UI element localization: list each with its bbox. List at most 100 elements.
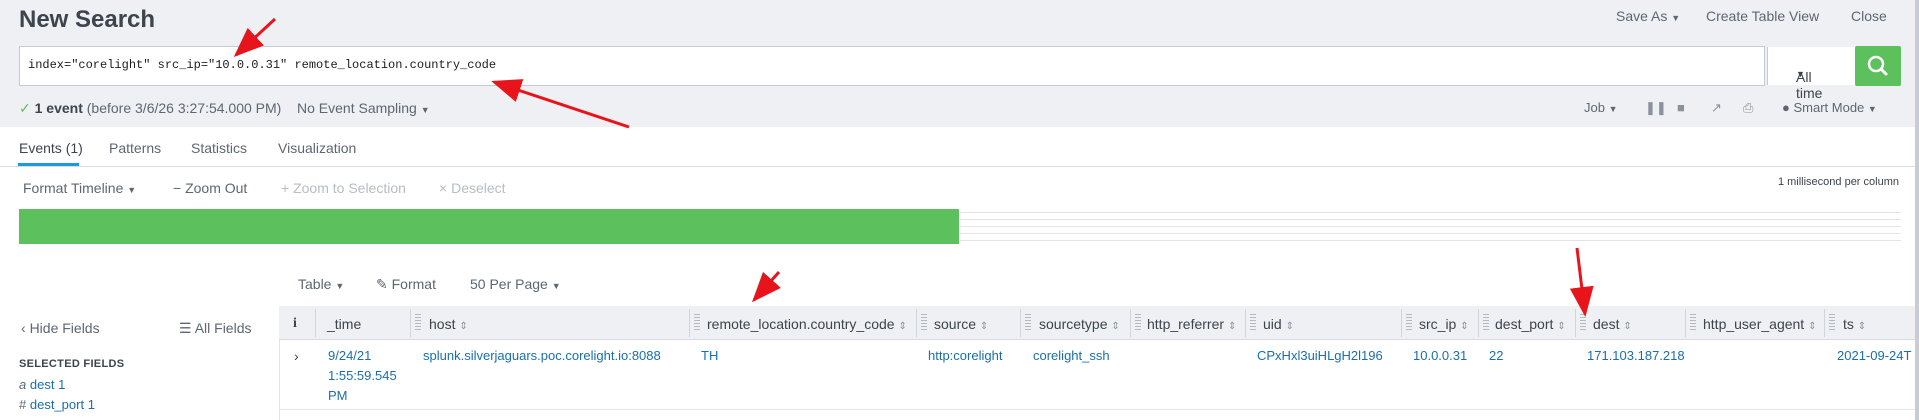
column-header-src-ip[interactable]: src_ip ⇕	[1419, 316, 1469, 332]
column-divider	[410, 309, 411, 337]
column-header-label: ts	[1843, 316, 1854, 332]
close-button[interactable]: Close	[1851, 8, 1887, 24]
tab-patterns[interactable]: Patterns	[109, 140, 161, 156]
field-name: dest	[29, 377, 55, 392]
share-icon[interactable]: ↗	[1711, 100, 1722, 116]
caret-down-icon: ▼	[1867, 104, 1877, 114]
timeline-gridline	[960, 233, 1901, 234]
job-menu[interactable]: Job ▼	[1584, 100, 1618, 115]
tab-visualization[interactable]: Visualization	[278, 140, 356, 156]
column-drag-handle[interactable]	[1829, 314, 1835, 332]
column-header-time[interactable]: _time	[327, 316, 361, 332]
active-tab-indicator	[18, 163, 79, 166]
sort-icon: ⇕	[979, 321, 989, 332]
column-divider	[1020, 309, 1021, 337]
all-fields-button[interactable]: ☰ All Fields	[179, 320, 251, 337]
search-mode-menu[interactable]: ● Smart Mode ▼	[1782, 100, 1877, 115]
cell-ts[interactable]: 2021-09-24T	[1837, 346, 1911, 366]
page-title: New Search	[19, 6, 156, 33]
column-drag-handle[interactable]	[415, 314, 421, 332]
sort-icon: ⇕	[1857, 321, 1867, 332]
field-item[interactable]: a dest 1	[19, 377, 65, 392]
column-divider	[1824, 309, 1825, 337]
field-count: 1	[58, 377, 66, 392]
column-drag-handle[interactable]	[1580, 314, 1586, 332]
column-header-source[interactable]: source ⇕	[934, 316, 988, 332]
cell-uid[interactable]: CPxHxl3uiHLgH2l196	[1257, 346, 1383, 366]
tab-events[interactable]: Events (1)	[19, 140, 83, 156]
minus-icon: −	[173, 180, 182, 196]
per-page-menu[interactable]: 50 Per Page ▼	[470, 276, 561, 292]
scrollbar[interactable]	[1915, 0, 1919, 420]
event-count: 1 event	[34, 100, 83, 116]
cell-dest-port[interactable]: 22	[1489, 346, 1503, 366]
selected-fields-header: SELECTED FIELDS	[19, 358, 125, 370]
create-table-view-button[interactable]: Create Table View	[1706, 8, 1819, 24]
print-icon[interactable]: ⎙	[1743, 100, 1753, 116]
tab-statistics[interactable]: Statistics	[191, 140, 247, 156]
column-header-country-code[interactable]: remote_location.country_code ⇕	[707, 316, 907, 332]
cell-host[interactable]: splunk.silverjaguars.poc.corelight.io:80…	[423, 346, 661, 366]
row-divider	[279, 409, 1919, 410]
sampling-label: No Event Sampling	[297, 100, 417, 116]
cell-source[interactable]: http:corelight	[928, 346, 1002, 366]
zoom-out-button[interactable]: − Zoom Out	[173, 180, 247, 196]
timeline-gridline	[960, 212, 1901, 213]
sort-icon: ⇕	[459, 321, 468, 332]
field-name: dest_port	[29, 397, 85, 412]
column-header-sourcetype[interactable]: sourcetype ⇕	[1039, 316, 1120, 332]
search-icon	[1867, 55, 1888, 76]
column-drag-handle[interactable]	[1690, 314, 1696, 332]
column-header-uid[interactable]: uid ⇕	[1263, 316, 1294, 332]
cell-sourcetype[interactable]: corelight_ssh	[1033, 346, 1110, 366]
deselect-button[interactable]: × Deselect	[439, 180, 506, 196]
column-drag-handle[interactable]	[921, 314, 927, 332]
cell-country-code[interactable]: TH	[701, 346, 718, 366]
format-timeline-menu[interactable]: Format Timeline ▼	[23, 180, 136, 196]
column-header-dest-port[interactable]: dest_port ⇕	[1495, 316, 1566, 332]
timeline-bar[interactable]	[19, 209, 959, 244]
hide-fields-button[interactable]: ‹ Hide Fields	[21, 320, 100, 336]
pause-icon[interactable]: ❚❚	[1645, 100, 1667, 116]
cell-time[interactable]: 9/24/21 1:55:59.545 PM	[328, 346, 408, 406]
column-header-http-referrer[interactable]: http_referrer ⇕	[1147, 316, 1236, 332]
cell-dest[interactable]: 171.103.187.218	[1587, 346, 1685, 366]
caret-down-icon: ▼	[1671, 13, 1681, 23]
sort-icon: ⇕	[1557, 321, 1566, 332]
sort-icon: ⇕	[1623, 321, 1632, 332]
column-header-ts[interactable]: ts ⇕	[1843, 316, 1866, 332]
zoom-to-selection-button[interactable]: + Zoom to Selection	[281, 180, 406, 196]
column-drag-handle[interactable]	[1483, 314, 1489, 332]
column-divider	[1478, 309, 1479, 337]
plus-icon: +	[281, 180, 290, 196]
caret-down-icon: ▼	[420, 105, 430, 115]
column-header-host[interactable]: host ⇕	[429, 316, 468, 332]
search-input[interactable]: index="corelight" src_ip="10.0.0.31" rem…	[28, 58, 496, 72]
column-drag-handle[interactable]	[1406, 314, 1412, 332]
list-icon: ☰	[179, 320, 192, 336]
deselect-label: Deselect	[451, 180, 506, 196]
cell-src-ip[interactable]: 10.0.0.31	[1413, 346, 1467, 366]
format-button[interactable]: ✎ Format	[376, 276, 436, 293]
column-drag-handle[interactable]	[1250, 314, 1256, 332]
column-drag-handle[interactable]	[1135, 314, 1141, 332]
save-as-menu[interactable]: Save As ▼	[1616, 8, 1680, 24]
column-drag-handle[interactable]	[1025, 314, 1031, 332]
column-header-label: source	[934, 316, 977, 332]
stop-icon[interactable]: ■	[1677, 100, 1685, 115]
field-item[interactable]: # dest_port 1	[19, 397, 95, 412]
column-drag-handle[interactable]	[694, 314, 700, 332]
search-bar[interactable]: index="corelight" src_ip="10.0.0.31" rem…	[19, 46, 1857, 101]
expand-row-icon[interactable]: ›	[294, 346, 299, 366]
table-view-menu[interactable]: Table ▼	[298, 276, 344, 292]
sampling-menu[interactable]: No Event Sampling ▼	[297, 100, 430, 116]
search-button[interactable]	[1855, 46, 1901, 86]
hide-fields-label: Hide Fields	[29, 320, 100, 336]
job-label: Job	[1584, 100, 1605, 115]
time-range-picker[interactable]: All time ▼	[1767, 47, 1857, 101]
column-header-label: http_referrer	[1147, 316, 1225, 332]
timeline-scale-label: 1 millisecond per column	[1777, 176, 1899, 188]
column-header-info: i	[293, 316, 297, 331]
column-header-dest[interactable]: dest ⇕	[1593, 316, 1632, 332]
column-header-http-user-agent[interactable]: http_user_agent ⇕	[1703, 316, 1816, 332]
